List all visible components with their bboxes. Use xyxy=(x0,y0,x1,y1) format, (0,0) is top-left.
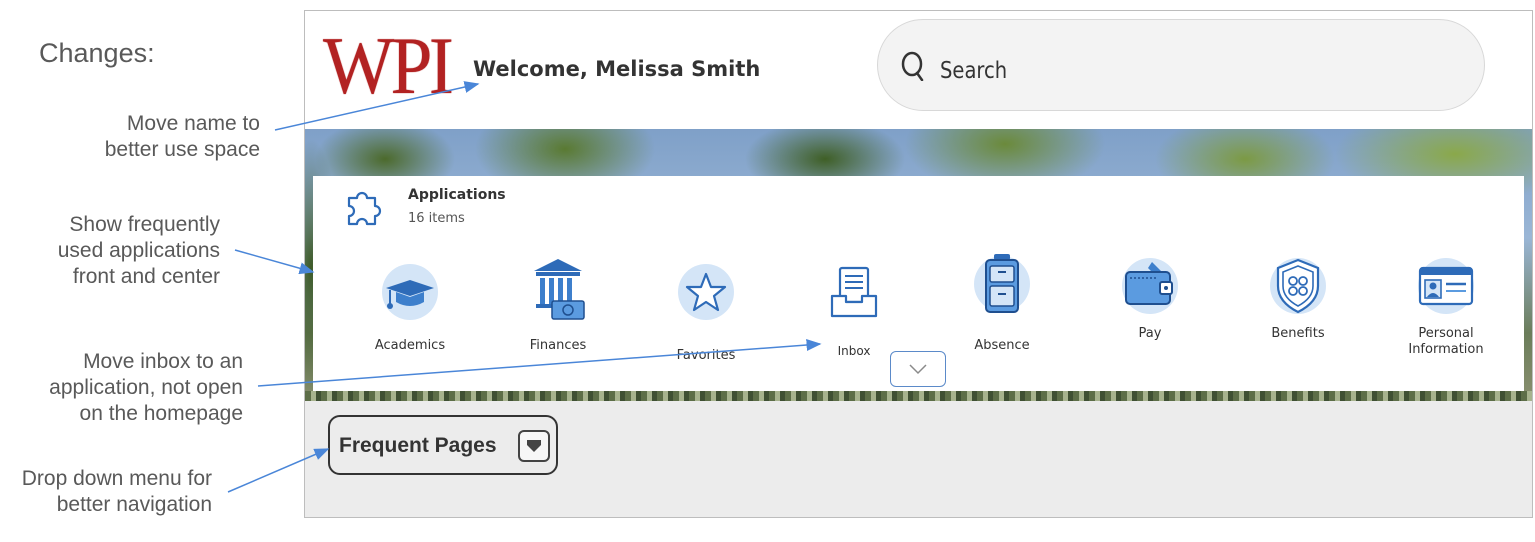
annotation-move-inbox: Move inbox to an application, not open o… xyxy=(49,350,243,425)
annotation-move-name: Move name to better use space xyxy=(104,112,260,161)
caret-down-icon xyxy=(527,440,541,452)
app-label: Pay xyxy=(1138,326,1162,341)
app-inbox[interactable]: Inbox xyxy=(794,262,914,362)
lower-section: Frequent Pages xyxy=(305,401,1532,517)
applications-panel: Applications 16 items Academics Finances… xyxy=(313,176,1524,391)
app-label: Favorites xyxy=(676,348,736,363)
wpi-logo[interactable]: WPI xyxy=(323,21,454,111)
chevron-down-icon xyxy=(909,364,927,375)
app-label: Academics xyxy=(374,338,446,353)
app-favorites[interactable]: Favorites xyxy=(646,262,766,363)
app-absence[interactable]: Absence xyxy=(942,252,1062,353)
app-benefits[interactable]: Benefits xyxy=(1238,256,1358,356)
shield-icon xyxy=(1270,258,1326,314)
inbox-icon xyxy=(830,266,878,318)
arrow-frequent-apps xyxy=(234,249,315,275)
frequent-pages-label: Frequent Pages xyxy=(339,434,497,457)
frequent-pages-dropdown[interactable]: Frequent Pages xyxy=(328,415,558,475)
app-label: Absence xyxy=(974,338,1030,353)
app-finances[interactable]: Finances xyxy=(498,259,618,362)
search-input[interactable]: Search xyxy=(940,58,1007,84)
app-label: Personal Information xyxy=(1408,326,1484,357)
graduation-cap-icon xyxy=(382,264,438,320)
applications-count: 16 items xyxy=(408,211,465,226)
bank-icon xyxy=(534,259,585,320)
search-bar[interactable]: Search xyxy=(877,19,1485,111)
changes-title: Changes: xyxy=(39,38,155,68)
header: WPI Welcome, Melissa Smith Search xyxy=(305,11,1532,129)
app-personal-information[interactable]: Personal Information xyxy=(1386,256,1506,366)
dropdown-toggle[interactable] xyxy=(518,430,550,462)
suitcase-icon xyxy=(974,254,1030,313)
search-icon xyxy=(901,51,924,81)
welcome-message: Welcome, Melissa Smith xyxy=(473,57,761,81)
puzzle-icon xyxy=(347,191,382,226)
homepage-mockup: WPI Welcome, Melissa Smith Search Applic… xyxy=(304,10,1533,518)
wallet-icon xyxy=(1122,258,1178,314)
id-card-icon xyxy=(1418,258,1474,314)
app-label: Finances xyxy=(529,338,587,353)
expand-applications-button[interactable] xyxy=(890,351,946,387)
app-label: Benefits xyxy=(1271,326,1325,341)
annotation-dropdown: Drop down menu for better navigation xyxy=(21,467,212,516)
annotation-frequent-apps: Show frequently used applications front … xyxy=(57,213,220,288)
applications-title: Applications xyxy=(408,187,506,203)
app-pay[interactable]: Pay xyxy=(1090,256,1210,356)
banner-foliage xyxy=(305,391,1532,401)
star-icon xyxy=(678,264,734,320)
app-academics[interactable]: Academics xyxy=(350,262,470,362)
